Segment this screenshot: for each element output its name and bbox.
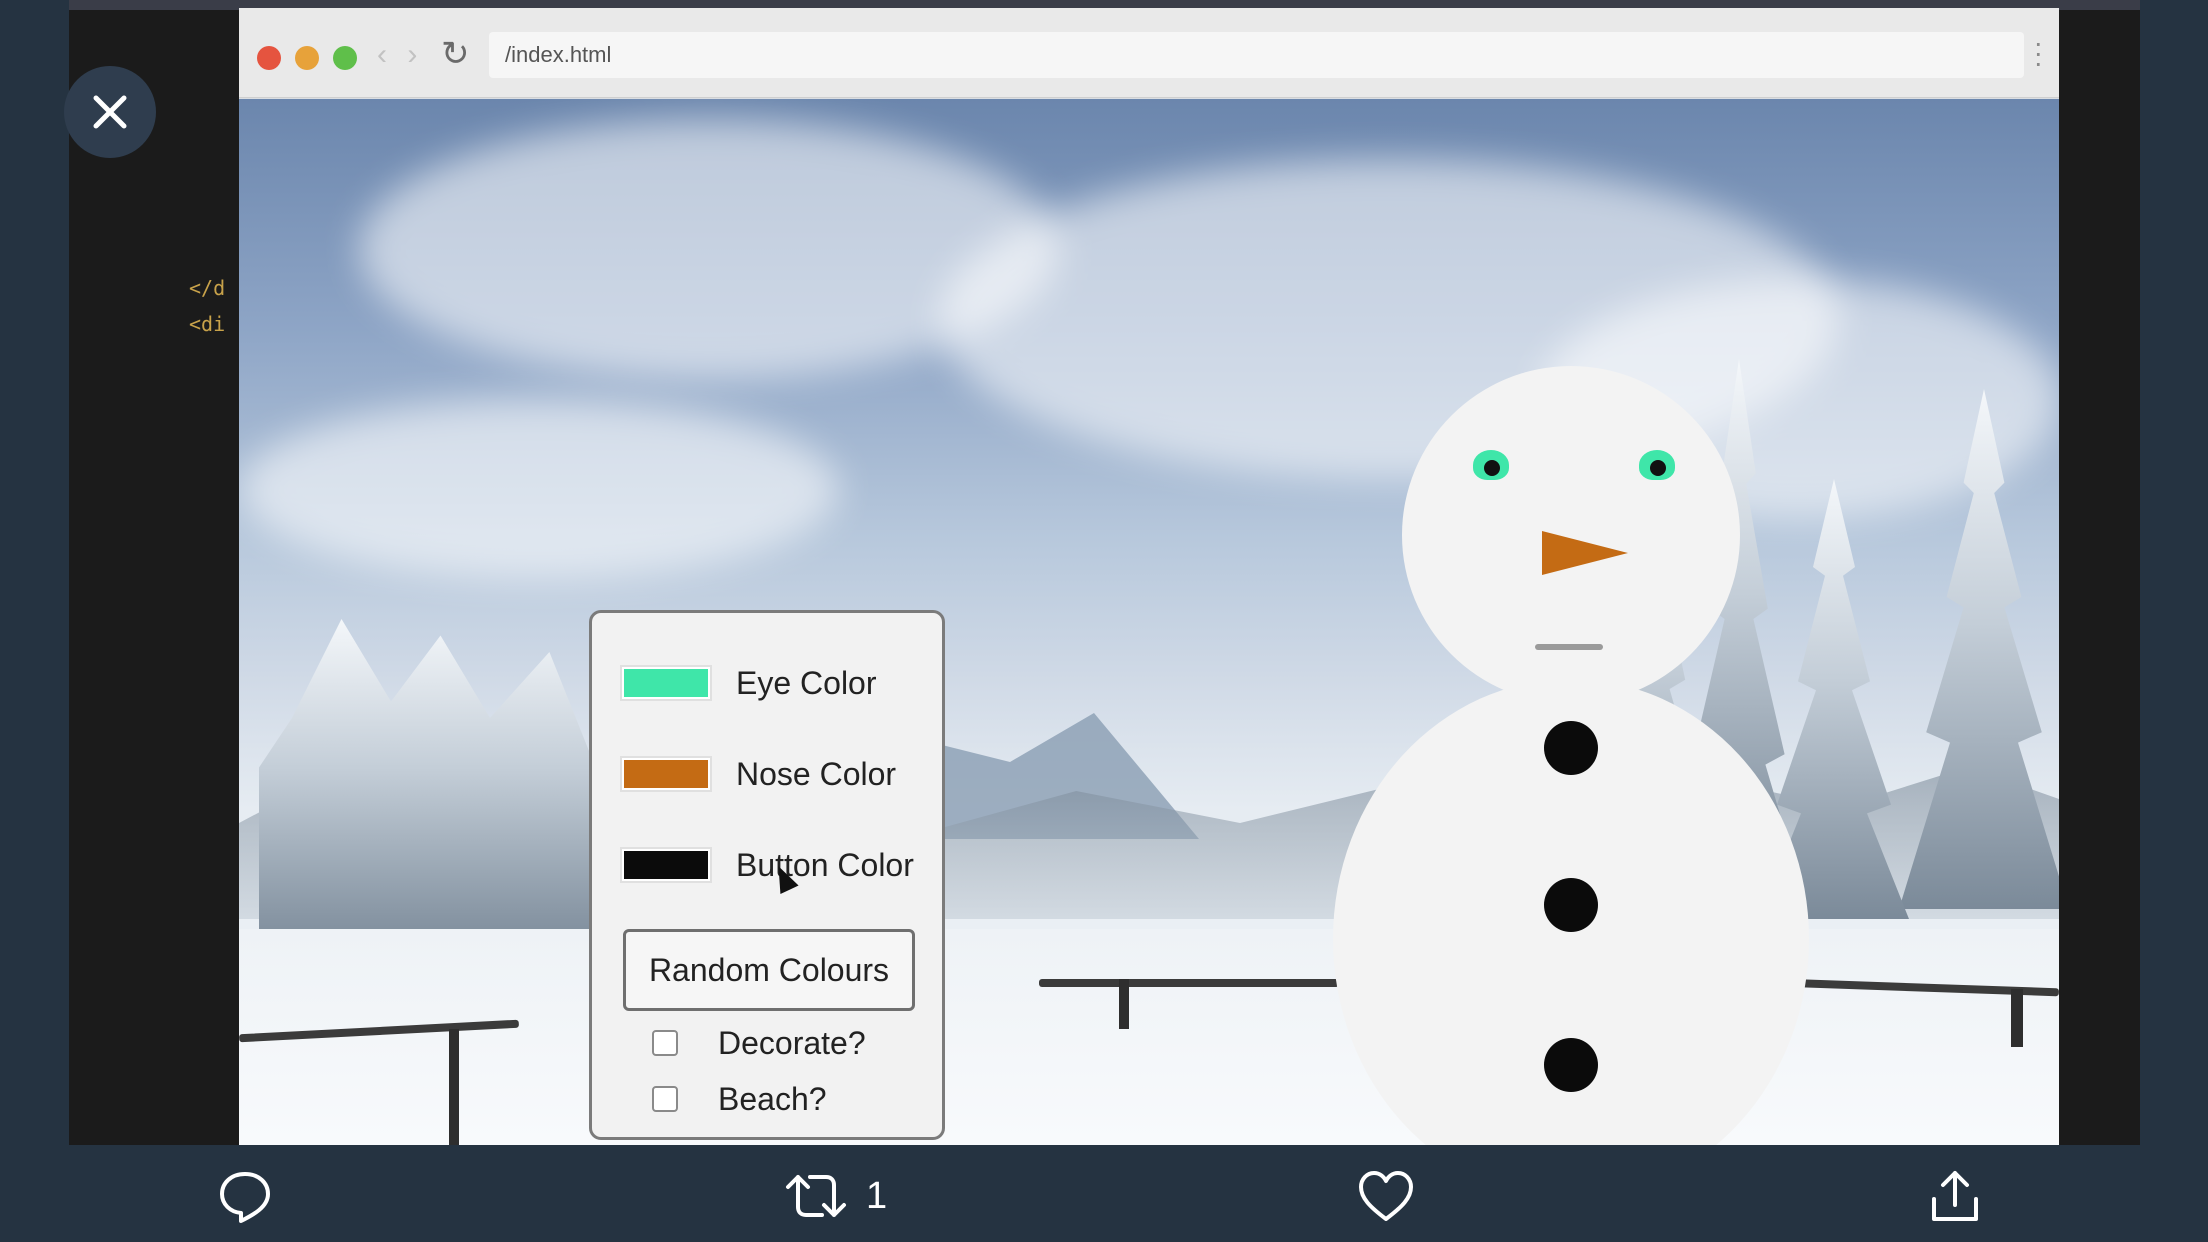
button-color-label: Button Color xyxy=(736,846,914,883)
nose-color-label: Nose Color xyxy=(736,755,897,792)
retweet-count: 1 xyxy=(866,1174,888,1217)
nose-color-row[interactable]: Nose Color xyxy=(620,749,896,799)
snowman-button xyxy=(1544,1038,1598,1092)
browser-window: ‹ › ↻ /index.html · · · Eye Color Nose C… xyxy=(239,8,2059,1145)
browser-menu-icon[interactable]: · · · xyxy=(2034,29,2043,77)
code-editor-peek: </d <di xyxy=(189,270,225,342)
like-icon xyxy=(1359,1171,1413,1221)
close-icon xyxy=(93,95,127,129)
fence-post xyxy=(449,1029,459,1145)
eye-color-picker[interactable] xyxy=(620,665,712,701)
fence-post xyxy=(2011,989,2023,1047)
code-line: </d xyxy=(189,276,226,300)
beach-option[interactable]: Beach? xyxy=(652,1079,827,1119)
fence-rail xyxy=(1039,979,1339,987)
share-button[interactable] xyxy=(1926,1167,1984,1225)
share-icon xyxy=(1932,1171,1978,1221)
page-viewport xyxy=(239,99,2059,1145)
reply-button[interactable] xyxy=(216,1167,274,1225)
retweet-icon xyxy=(786,1175,846,1217)
maximize-window-button[interactable] xyxy=(333,46,357,70)
pupil xyxy=(1484,460,1500,476)
reply-icon xyxy=(220,1172,270,1223)
reload-icon[interactable]: ↻ xyxy=(441,34,470,74)
snowman-button xyxy=(1544,878,1598,932)
random-colours-button[interactable]: Random Colours xyxy=(623,929,915,1011)
nav-arrows-icon[interactable]: ‹ › xyxy=(377,38,423,72)
close-media-button[interactable] xyxy=(64,66,156,158)
eye-color-label: Eye Color xyxy=(736,664,877,701)
retweet-button[interactable]: 1 xyxy=(782,1167,887,1225)
decorate-checkbox[interactable] xyxy=(652,1030,678,1056)
url-text: /index.html xyxy=(505,42,612,67)
beach-label: Beach? xyxy=(718,1080,827,1117)
snowman-mouth xyxy=(1535,644,1603,650)
snowman-button xyxy=(1544,721,1598,775)
decorate-option[interactable]: Decorate? xyxy=(652,1023,866,1063)
media-frame: </d <di ‹ › ↻ /index.html · · · Eye Colo… xyxy=(69,0,2140,1145)
snowy-shrubs xyxy=(259,619,589,949)
close-window-button[interactable] xyxy=(257,46,281,70)
like-button[interactable] xyxy=(1356,1167,1416,1225)
snowman-left-eye xyxy=(1473,450,1509,480)
nose-color-picker[interactable] xyxy=(620,756,712,792)
decorate-label: Decorate? xyxy=(718,1024,866,1061)
snowman-nose xyxy=(1542,531,1628,575)
eye-color-row[interactable]: Eye Color xyxy=(620,658,877,708)
button-color-row[interactable]: Button Color xyxy=(620,840,914,890)
beach-checkbox[interactable] xyxy=(652,1086,678,1112)
code-line: <di xyxy=(189,312,226,336)
tweet-action-bar: 1 xyxy=(0,1145,2208,1242)
browser-toolbar: ‹ › ↻ /index.html · · · xyxy=(239,8,2059,98)
minimize-window-button[interactable] xyxy=(295,46,319,70)
pupil xyxy=(1650,460,1666,476)
address-bar[interactable]: /index.html xyxy=(489,32,2024,78)
fence-post xyxy=(1119,979,1129,1029)
controls-panel: Eye Color Nose Color Button Color Random… xyxy=(589,610,945,1140)
cloud xyxy=(239,399,839,579)
snowman-right-eye xyxy=(1639,450,1675,480)
button-color-picker[interactable] xyxy=(620,847,712,883)
